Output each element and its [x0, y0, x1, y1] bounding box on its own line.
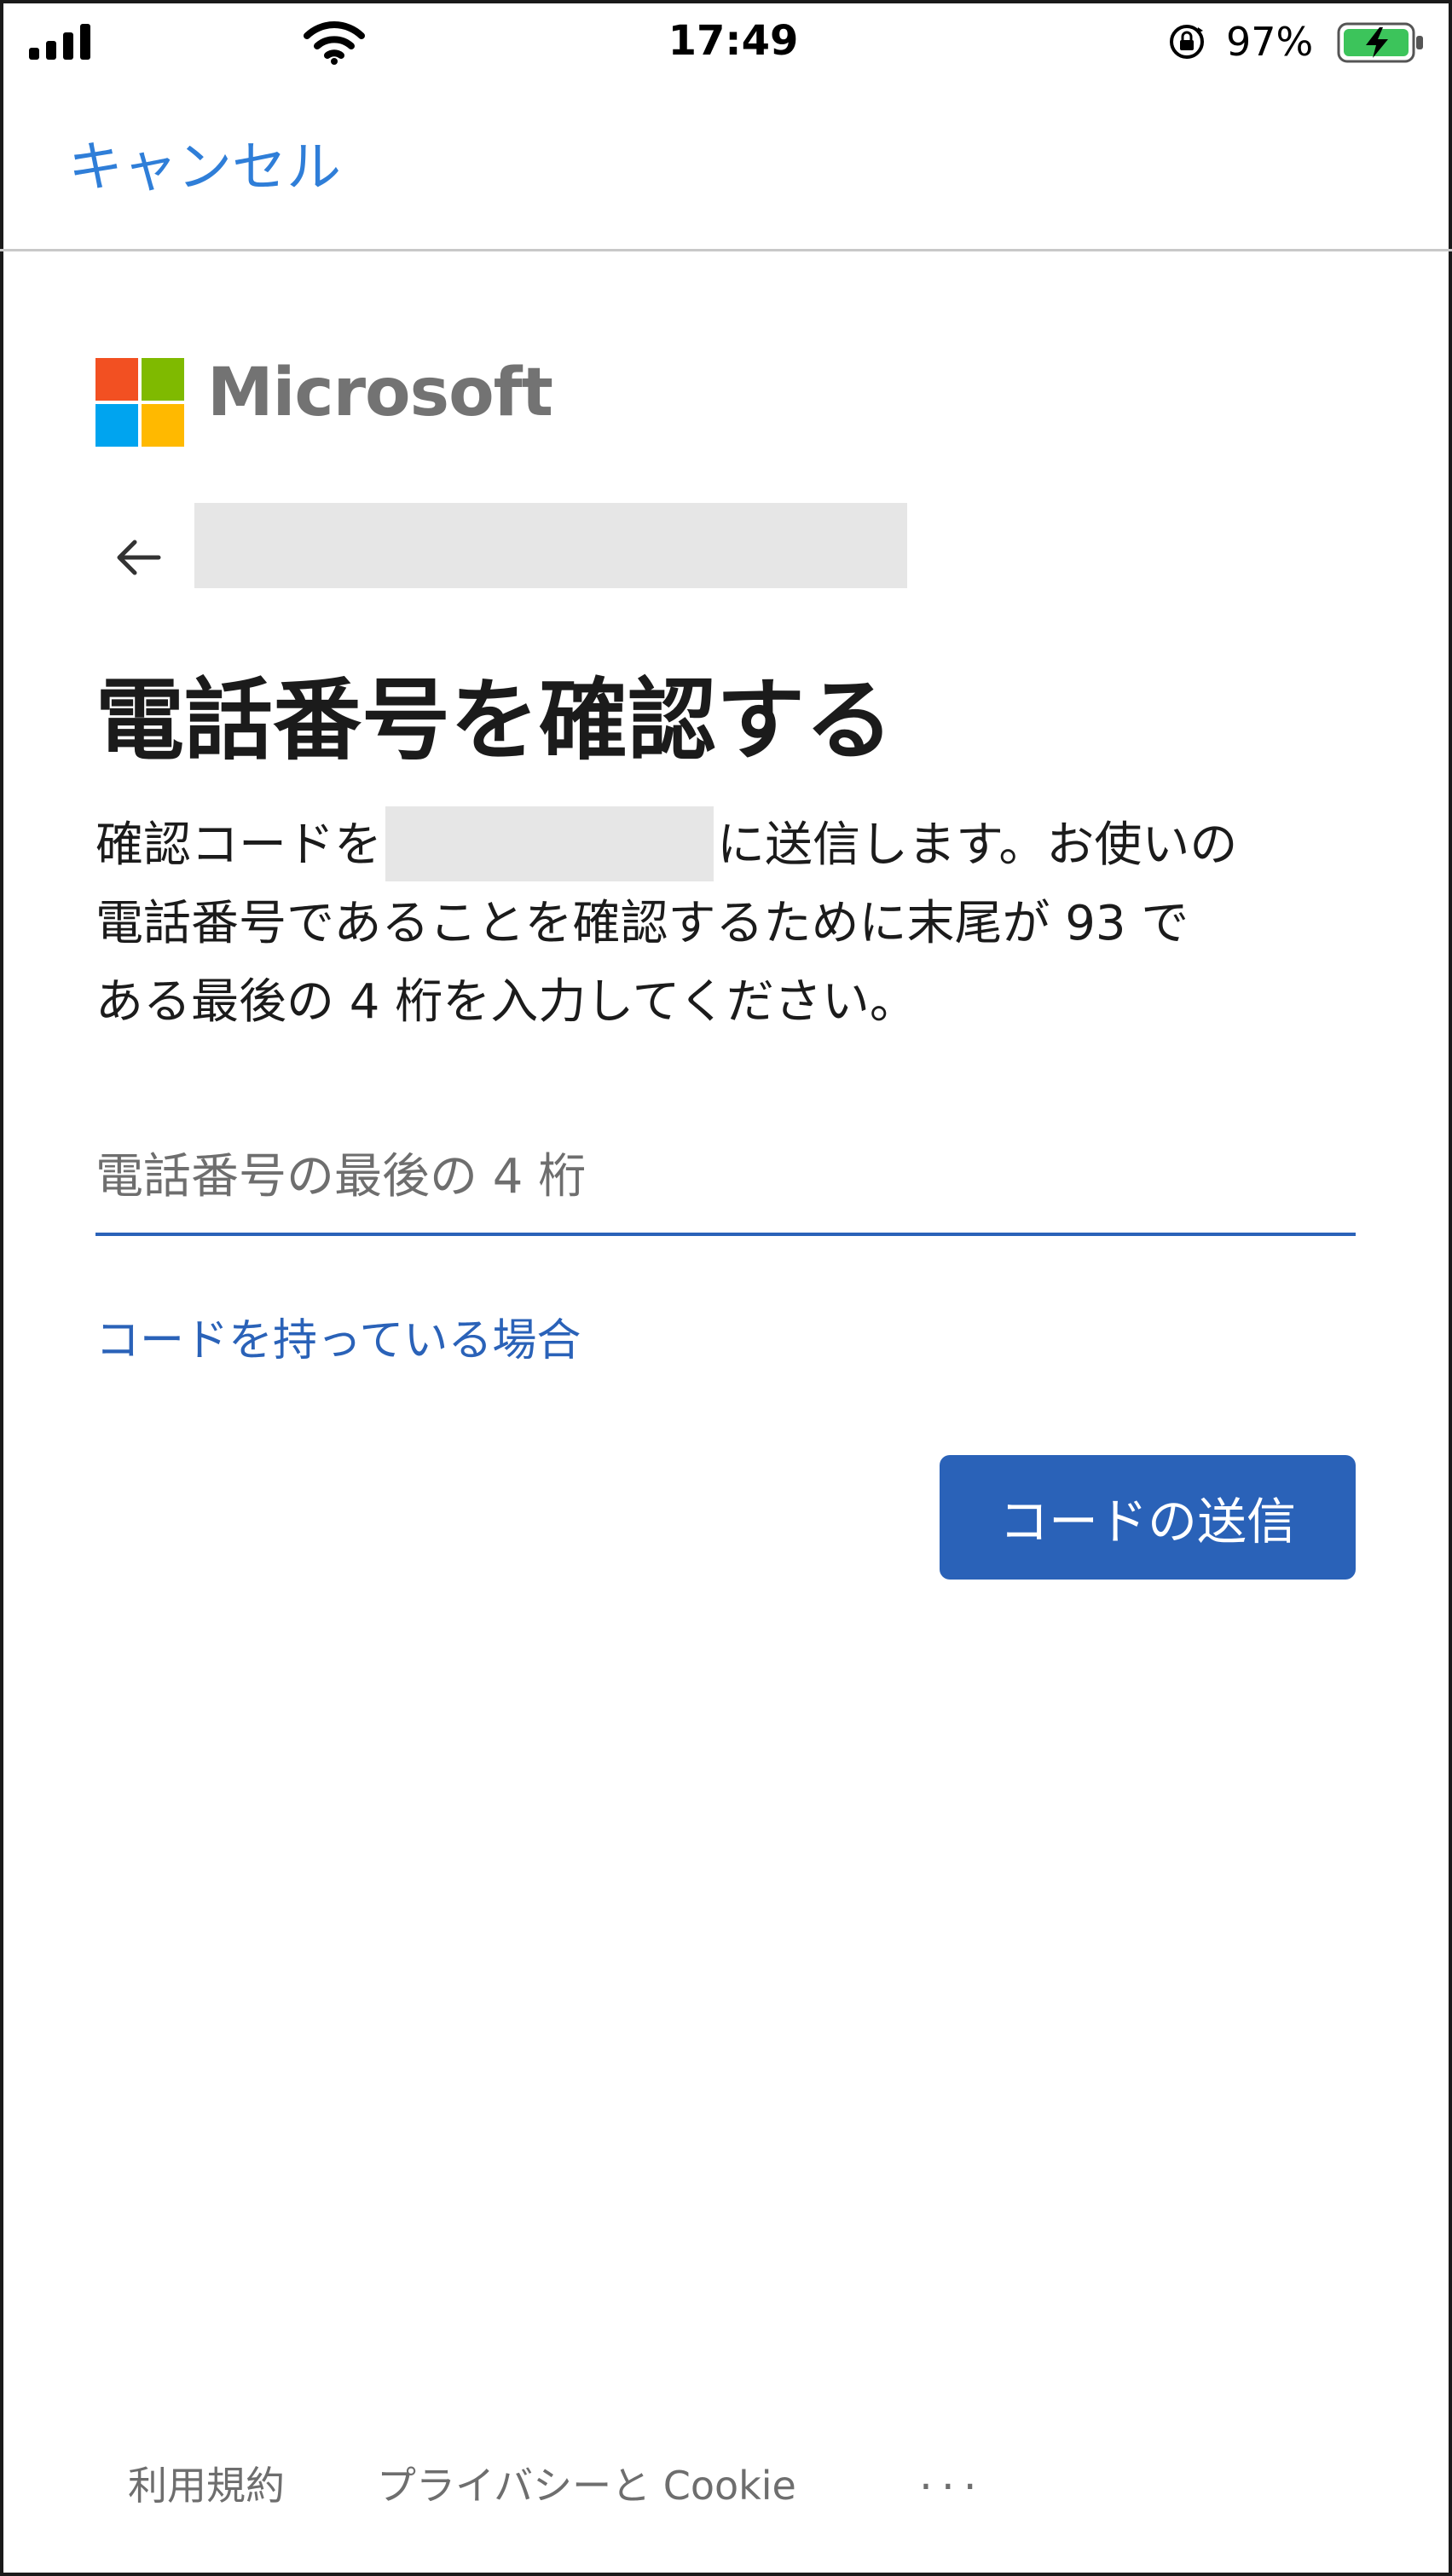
description-text: 確認コードを	[95, 817, 382, 873]
more-options-icon[interactable]: ...	[919, 2450, 986, 2499]
rotation-lock-icon	[1170, 25, 1204, 59]
redacted-account-identifier	[194, 503, 907, 588]
phone-last-digits-input[interactable]	[95, 1134, 1356, 1219]
back-arrow-icon[interactable]	[111, 530, 165, 585]
terms-link[interactable]: 利用規約	[128, 2455, 285, 2511]
microsoft-logo-icon	[95, 358, 186, 448]
clock: 17:49	[668, 17, 799, 65]
battery-percent: 97%	[1226, 19, 1314, 65]
phone-digits-field	[95, 1125, 1356, 1236]
redacted-phone-number	[385, 806, 714, 881]
description-line-3: ある最後の 4 桁を入力してください。	[95, 974, 917, 1030]
description-line-1: 確認コードを に送信します。お使いの	[95, 806, 1374, 885]
header-divider	[0, 249, 1452, 251]
status-bar: 17:49 97%	[0, 0, 1452, 85]
description-line-2: 電話番号であることを確認するために末尾が 93 で	[95, 896, 1189, 951]
description-text: に送信します。お使いの	[717, 817, 1238, 873]
description: 確認コードを に送信します。お使いの 電話番号であることを確認するために末尾が 9…	[95, 806, 1374, 1042]
battery-charging-icon	[1337, 22, 1423, 63]
wifi-icon	[304, 21, 365, 65]
cancel-button[interactable]: キャンセル	[68, 124, 341, 202]
page-title: 電話番号を確認する	[95, 668, 894, 772]
have-code-link[interactable]: コードを持っている場合	[95, 1304, 581, 1368]
cellular-signal-icon	[29, 24, 90, 60]
privacy-cookie-link[interactable]: プライバシーと Cookie	[377, 2455, 796, 2511]
microsoft-wordmark: Microsoft	[207, 355, 553, 431]
send-code-button[interactable]: コードの送信	[940, 1455, 1356, 1580]
